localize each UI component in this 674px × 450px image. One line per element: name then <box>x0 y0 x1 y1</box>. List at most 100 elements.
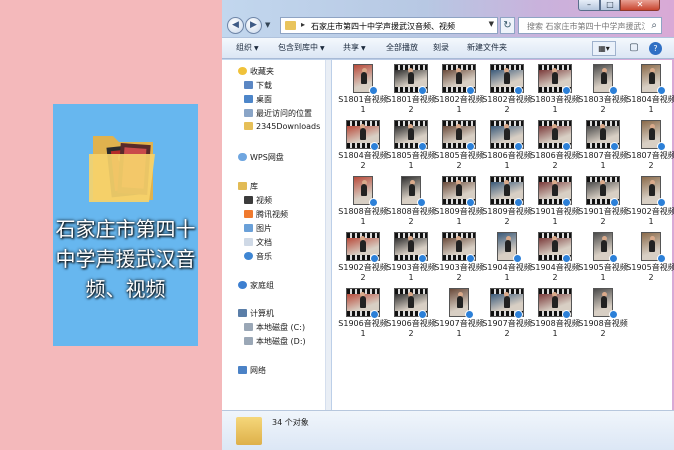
file-item[interactable]: S1803音视频1 <box>528 64 582 116</box>
file-item[interactable]: S1808音视频1 <box>336 176 390 228</box>
close-button[interactable]: ✕ <box>620 0 660 11</box>
file-item[interactable]: S1807音视频2 <box>624 120 674 172</box>
search-input[interactable]: 搜索 石家庄市第四十中学声援武汉音... ⌕ <box>518 17 662 34</box>
file-item[interactable]: S1802音视频1 <box>432 64 486 116</box>
nav-wps-cloud[interactable]: WPS网盘 <box>238 152 284 165</box>
include-in-library-menu[interactable]: 包含到库中 ▼ <box>278 42 325 53</box>
address-bar[interactable]: ▸ 石家庄市第四十中学声援武汉音频、视频 ▼ <box>280 17 498 34</box>
video-library-icon <box>244 196 253 204</box>
file-item[interactable]: S1804音视频1 <box>624 64 674 116</box>
nav-tencent-video[interactable]: 腾讯视频 <box>244 209 288 222</box>
nav-disk-c[interactable]: 本地磁盘 (C:) <box>244 322 305 335</box>
file-item[interactable]: S1904音视频2 <box>528 232 582 284</box>
file-item[interactable]: S1905音视频 1 <box>576 232 630 284</box>
file-item[interactable]: S1903音视频1 <box>384 232 438 284</box>
back-button[interactable]: ◀ <box>227 17 244 34</box>
file-item[interactable]: S1806音视频2 <box>528 120 582 172</box>
chevron-down-icon: ▼ <box>320 45 325 52</box>
file-item[interactable]: S1807音视频1 <box>576 120 630 172</box>
file-item[interactable]: S1901音视频2 <box>576 176 630 228</box>
file-item[interactable]: S1908音视频1 <box>528 288 582 340</box>
nav-2345downloads[interactable]: 2345Downloads <box>244 122 320 135</box>
nav-downloads[interactable]: 下载 <box>244 80 272 93</box>
refresh-button[interactable]: ↻ <box>500 17 515 34</box>
chevron-down-icon[interactable]: ▼ <box>489 20 494 28</box>
command-bar: 组织 ▼ 包含到库中 ▼ 共享 ▼ 全部播放 刻录 新建文件夹 ▦▾ ▢ ? <box>222 37 674 59</box>
network-icon <box>238 366 247 374</box>
item-count: 34 个对象 <box>272 418 309 427</box>
media-player-icon <box>514 198 523 207</box>
file-item[interactable]: S1809音视频1 <box>432 176 486 228</box>
file-name: S1803音视频1 <box>530 95 580 114</box>
nav-desktop[interactable]: 桌面 <box>244 94 272 107</box>
file-item[interactable]: S1803音视频2 <box>576 64 630 116</box>
nav-libraries[interactable]: 库 <box>238 181 258 194</box>
file-name: S1905音视频 2 <box>626 263 674 282</box>
navigation-scrollbar[interactable] <box>326 60 331 410</box>
desktop-folder-tile[interactable]: 石家庄市第四十中学声援武汉音频、视频 <box>53 104 198 346</box>
nav-documents[interactable]: 文档 <box>244 237 272 250</box>
share-menu[interactable]: 共享 ▼ <box>343 42 366 53</box>
file-item[interactable]: S1908音视频2 <box>576 288 630 340</box>
recent-pages-dropdown-icon[interactable]: ▼ <box>265 21 270 29</box>
view-options-button[interactable]: ▦▾ <box>592 41 616 56</box>
nav-network[interactable]: 网络 <box>238 365 266 378</box>
file-item[interactable]: S1804音视频2 <box>336 120 390 172</box>
nav-homegroup[interactable]: 家庭组 <box>238 280 274 293</box>
nav-computer[interactable]: 计算机 <box>238 308 274 321</box>
file-item[interactable]: S1902音视频1 <box>624 176 674 228</box>
nav-recent-places[interactable]: 最近访问的位置 <box>244 108 312 121</box>
help-button[interactable]: ? <box>649 42 662 55</box>
file-item[interactable]: S1805音视频1 <box>384 120 438 172</box>
desktop-icon <box>244 95 253 103</box>
media-player-icon <box>466 86 475 95</box>
file-name: S1805音视频1 <box>386 151 436 170</box>
forward-button[interactable]: ▶ <box>245 17 262 34</box>
maximize-button[interactable]: □ <box>600 0 620 11</box>
download-folder-icon <box>244 81 253 89</box>
minimize-button[interactable]: – <box>578 0 600 11</box>
nav-videos[interactable]: 视频 <box>244 195 272 208</box>
file-item[interactable]: S1906音视频1 <box>336 288 390 340</box>
new-folder-button[interactable]: 新建文件夹 <box>467 42 507 53</box>
file-item[interactable]: S1907音视频1 <box>432 288 486 340</box>
file-item[interactable]: S1806音视频1 <box>480 120 534 172</box>
file-item[interactable]: S1802音视频2 <box>480 64 534 116</box>
file-item[interactable]: S1801音视频2 <box>384 64 438 116</box>
file-item[interactable]: S1903音视频2 <box>432 232 486 284</box>
media-player-icon <box>657 142 666 151</box>
file-item[interactable]: S1904音视频1 <box>480 232 534 284</box>
file-item[interactable]: S1901音视频1 <box>528 176 582 228</box>
file-item[interactable]: S1902音视频2 <box>336 232 390 284</box>
file-name: S1807音视频1 <box>578 151 628 170</box>
burn-button[interactable]: 刻录 <box>433 42 449 53</box>
nav-disk-d[interactable]: 本地磁盘 (D:) <box>244 336 306 349</box>
media-player-icon <box>417 198 426 207</box>
address-path[interactable]: 石家庄市第四十中学声援武汉音频、视频 <box>311 21 455 32</box>
file-name: S1801音视频1 <box>338 95 388 114</box>
file-item[interactable]: S1808音视频2 <box>384 176 438 228</box>
play-all-button[interactable]: 全部播放 <box>386 42 418 53</box>
media-player-icon <box>466 142 475 151</box>
explorer-window: – □ ✕ ◀ ▶ ▼ ▸ 石家庄市第四十中学声援武汉音频、视频 ▼ ↻ 搜索 … <box>222 0 674 450</box>
file-item[interactable]: S1801音视频1 <box>336 64 390 116</box>
file-name: S1806音视频2 <box>530 151 580 170</box>
file-item[interactable]: S1805音视频2 <box>432 120 486 172</box>
file-name: S1806音视频1 <box>482 151 532 170</box>
nav-favorites[interactable]: 收藏夹 <box>238 66 274 79</box>
drive-icon <box>244 337 253 345</box>
chevron-right-icon[interactable]: ▸ <box>301 20 305 29</box>
file-item[interactable]: S1907音视频2 <box>480 288 534 340</box>
nav-pictures[interactable]: 图片 <box>244 223 272 236</box>
status-bar: 34 个对象 <box>222 410 674 450</box>
search-icon[interactable]: ⌕ <box>651 20 657 31</box>
media-player-icon <box>418 310 427 319</box>
organize-menu[interactable]: 组织 ▼ <box>236 42 259 53</box>
media-player-icon <box>370 310 379 319</box>
file-item[interactable]: S1905音视频 2 <box>624 232 674 284</box>
music-icon <box>244 252 253 260</box>
nav-music[interactable]: 音乐 <box>244 251 272 264</box>
file-item[interactable]: S1809音视频2 <box>480 176 534 228</box>
preview-pane-button[interactable]: ▢ <box>627 41 641 56</box>
file-item[interactable]: S1906音视频2 <box>384 288 438 340</box>
